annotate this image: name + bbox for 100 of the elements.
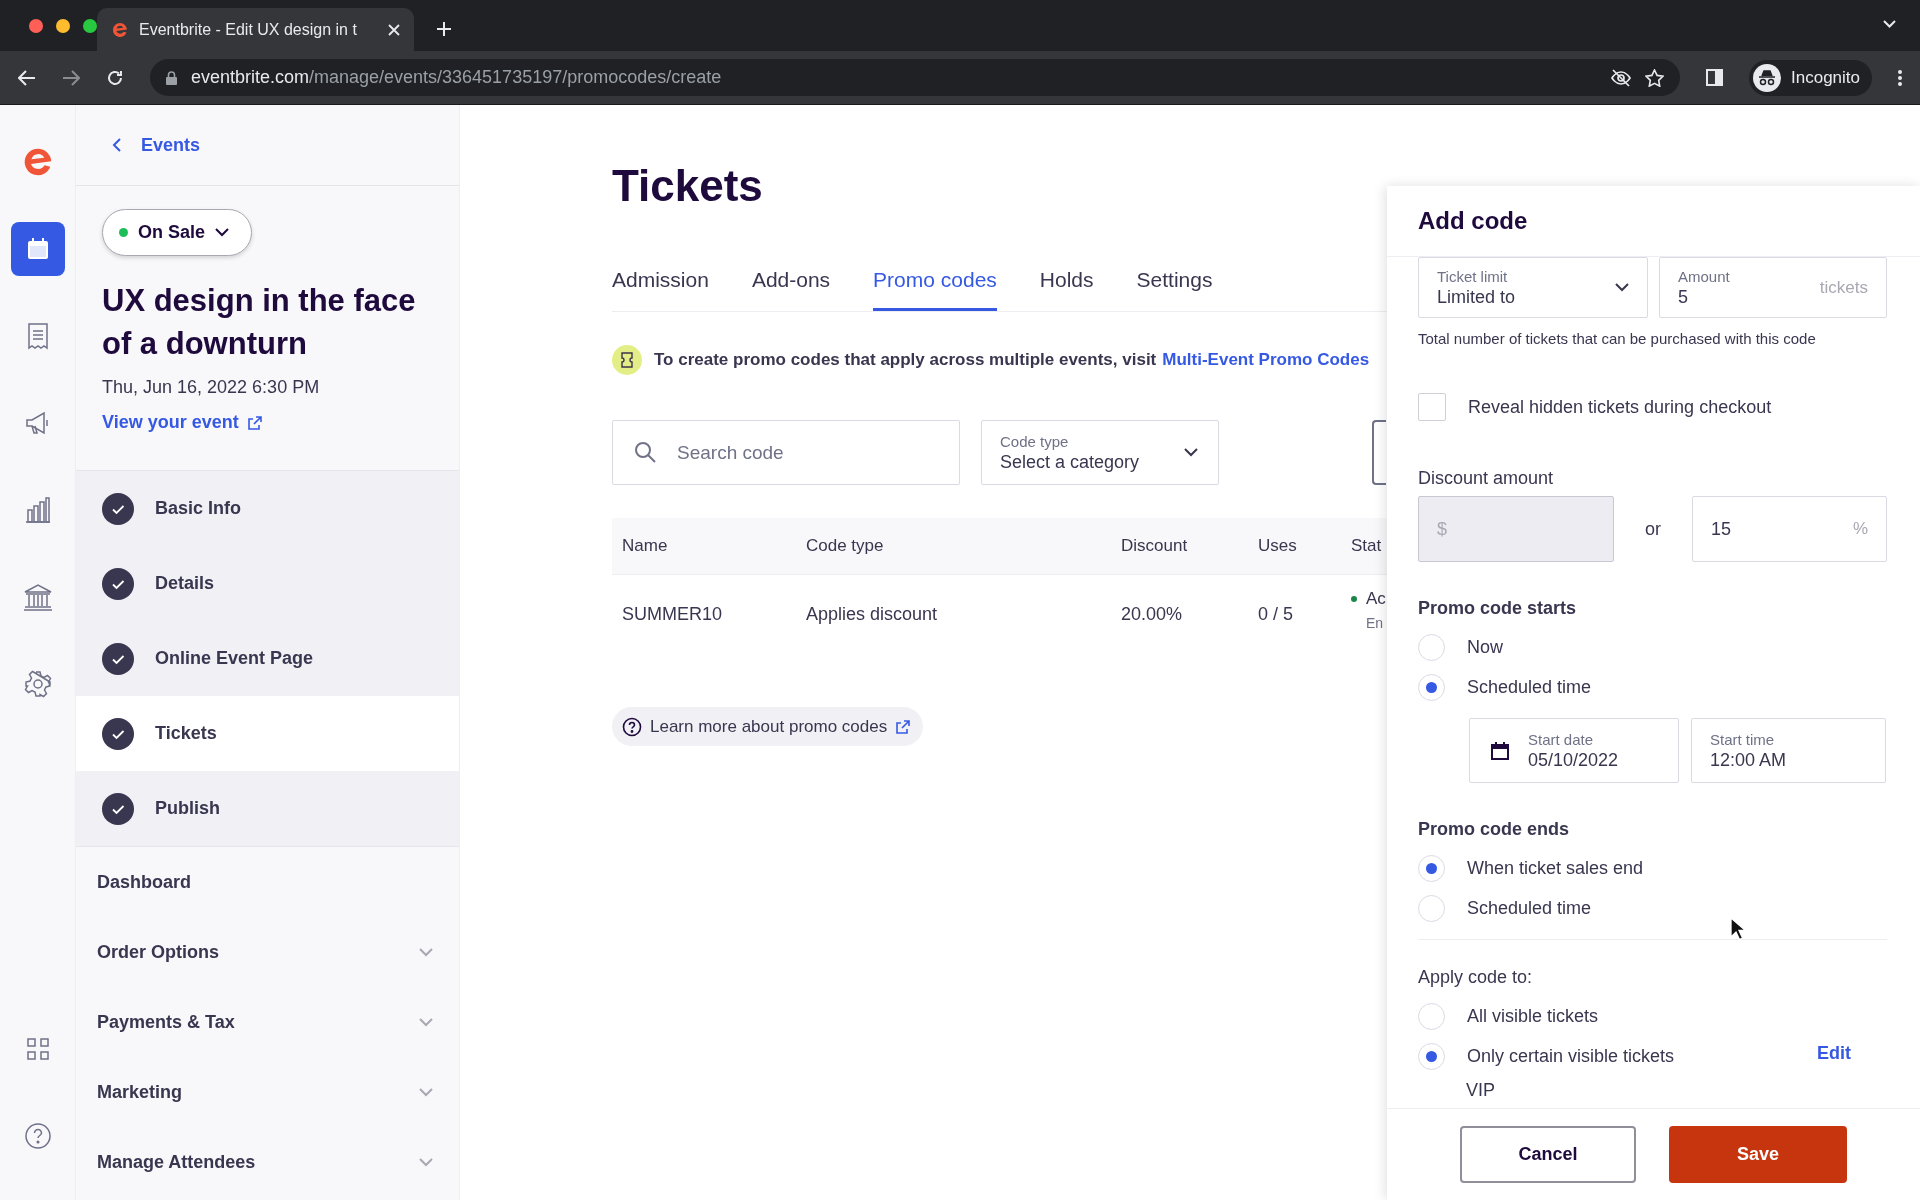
page-title: Tickets [612,160,764,212]
cancel-button[interactable]: Cancel [1460,1126,1636,1183]
mouse-pointer-icon [1730,917,1746,941]
panel-title: Add code [1418,207,1528,235]
sidebar-step[interactable]: Publish [76,771,459,846]
edit-link[interactable]: Edit [1817,1042,1851,1064]
ticket-name: VIP [1465,1079,1496,1101]
nav-rail-button[interactable] [10,222,65,276]
helper-text: Total number of tickets that can be purchased with this code [1418,330,1817,348]
status-dot-icon [1351,596,1357,602]
radio-label: Only certain visible tickets [1467,1045,1675,1067]
menu-icon[interactable] [1898,69,1902,86]
tab[interactable]: Holds [1039,258,1094,311]
tab[interactable]: Add-ons [751,258,831,311]
event-date: Thu, Jun 16, 2022 6:30 PM [102,377,321,398]
or-text: or [1644,518,1662,540]
tab[interactable]: Settings [1136,258,1213,311]
column-header: Name [621,536,669,556]
external-link-icon [895,718,912,735]
browser-tab[interactable]: Eventbrite - Edit UX design in t [97,8,414,51]
sidebar-menu-item[interactable]: Manage Attendees [76,1127,459,1197]
section-label: Promo code ends [1418,818,1571,840]
radio-button[interactable] [1418,1042,1445,1070]
section-label: Promo code starts [1418,597,1578,619]
ticket-limit-dropdown[interactable]: Ticket limit Limited to [1418,257,1648,318]
sidebar-menu-item[interactable]: Dashboard [76,847,459,917]
chevron-down-icon [1184,448,1198,457]
code-type-dropdown[interactable]: Code type Select a category [981,420,1219,485]
section-label: Discount amount [1418,467,1555,489]
chevron-down-icon [1615,283,1629,292]
back-link[interactable]: Events [141,134,201,156]
bar-chart-icon [23,496,52,524]
learn-more-link[interactable]: Learn more about promo codes [612,707,924,746]
status-subtext: En [1365,615,1385,631]
checkbox-label: Reveal hidden tickets during checkout [1468,396,1772,418]
zoom-window-button[interactable] [83,19,97,33]
close-icon[interactable] [388,23,400,36]
chevron-down-icon [419,947,433,957]
status-text: Ac [1366,589,1386,609]
back-icon[interactable] [18,69,36,86]
calendar-icon [1490,740,1510,761]
chevron-down-icon [215,228,230,237]
url-path: /manage/events/336451735197/promocodes/create [308,67,722,87]
chevron-down-icon [419,1017,433,1027]
section-label: Apply code to: [1418,966,1534,988]
search-field[interactable]: Search code [612,420,960,485]
incognito-profile-button[interactable]: Incognito [1749,59,1872,96]
save-button[interactable]: Save [1669,1126,1847,1183]
tab-list-icon[interactable] [1883,20,1896,28]
column-header: Uses [1258,536,1298,556]
ticket-icon [612,345,642,375]
side-panel-icon[interactable] [1706,69,1723,86]
sidebar-step[interactable]: Online Event Page [76,621,459,696]
radio-button[interactable] [1418,673,1445,701]
notice-text: To create promo codes that apply across multiple events, visit [654,350,1157,370]
help-icon [23,1122,52,1150]
radio-button[interactable] [1418,1002,1445,1030]
sidebar-menu-item[interactable]: Order Options [76,917,459,987]
sidebar-step[interactable]: Basic Info [76,471,459,546]
multi-event-link[interactable]: Multi-Event Promo Codes [1162,350,1370,370]
status-dropdown[interactable]: On Sale [102,209,253,256]
sidebar-step[interactable]: Tickets [76,696,459,771]
amount-field[interactable]: Amount 5 tickets [1659,257,1887,318]
start-date-field[interactable]: Start date 05/10/2022 [1469,718,1679,783]
column-header: Code type [806,536,885,556]
sidebar-step[interactable]: Details [76,546,459,621]
reload-icon[interactable] [105,68,124,87]
incognito-icon [1753,63,1781,92]
forward-icon[interactable] [61,69,80,86]
bank-icon [22,583,53,611]
sidebar-menu-item[interactable]: Marketing [76,1057,459,1127]
new-tab-icon[interactable] [436,21,452,37]
checkbox[interactable] [1418,393,1446,421]
radio-button[interactable] [1418,854,1445,882]
minimize-window-button[interactable] [56,19,70,33]
close-window-button[interactable] [29,19,43,33]
help-icon [622,716,642,737]
radio-button[interactable] [1418,894,1445,922]
chevron-down-icon [419,1157,433,1167]
table-cell-text: Applies discount [806,603,939,625]
sidebar-menu-item[interactable]: Payments & Tax [76,987,459,1057]
percent-field[interactable]: 15 % [1692,496,1887,562]
radio-label: All visible tickets [1467,1005,1599,1027]
view-event-link[interactable]: View your event [102,412,239,433]
address-bar[interactable]: eventbrite.com/manage/events/336451735197/promocodes/create [149,59,1681,96]
radio-button[interactable] [1418,633,1445,661]
radio-label: Now [1467,636,1503,658]
eye-off-icon[interactable] [1611,68,1632,87]
star-icon[interactable] [1645,68,1665,87]
logo-icon [111,20,129,39]
table-cell-text: 20.00% [1121,603,1184,625]
table-cell-text: SUMMER10 [621,603,724,625]
start-time-field[interactable]: Start time 12:00 AM [1691,718,1886,783]
radio-label: Scheduled time [1467,897,1592,919]
table-cell-text: 0 / 5 [1258,603,1295,625]
settings-icon [23,670,52,698]
column-header: Discount [1121,536,1189,556]
chevron-left-icon [112,138,121,152]
tab[interactable]: Promo codes [873,258,997,311]
tab[interactable]: Admission [612,258,709,311]
